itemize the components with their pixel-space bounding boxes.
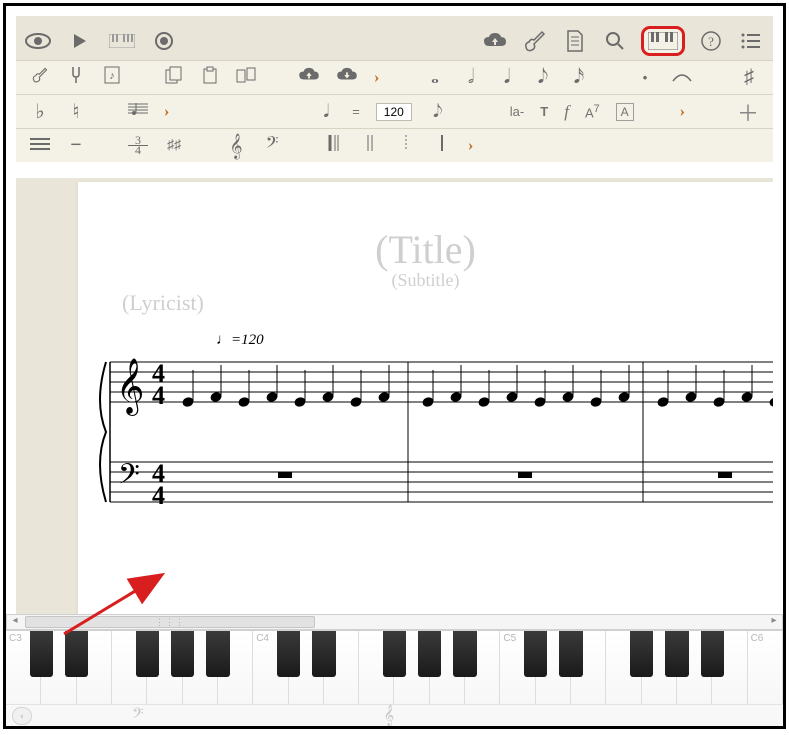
cloud-up-small-icon[interactable] (298, 67, 320, 88)
document-icon[interactable] (561, 27, 589, 55)
bass-clef-icon[interactable]: 𝄢 (262, 134, 282, 157)
tempo-marking[interactable]: ♩=120 (216, 332, 264, 349)
sixteenth-note-icon[interactable]: 𝅘𝅥𝅯 (569, 66, 589, 89)
score-lyricist[interactable]: (Lyricist) (122, 290, 204, 316)
dynamics-button[interactable]: f (564, 102, 569, 122)
score-page[interactable]: (Title) (Subtitle) (Lyricist) ♩=120 (78, 182, 773, 626)
black-key[interactable] (136, 631, 159, 677)
scroll-thumb[interactable]: ⋮⋮⋮ (25, 616, 315, 628)
dot-icon[interactable]: · (635, 65, 655, 91)
sharp-icon[interactable]: ♯ (739, 66, 759, 89)
guitar-small-icon[interactable] (30, 67, 50, 88)
whole-note-icon[interactable]: 𝅝 (425, 66, 445, 89)
flat-icon[interactable]: ♭ (30, 99, 50, 124)
score-subtitle[interactable]: (Subtitle) (392, 270, 460, 291)
expand-1-icon[interactable]: › (374, 69, 379, 87)
notation-toolbar-2: ♭ ♮ › 𝅘𝅥 = 𝅘𝅥𝅮 la- T f A7 A › ＋ (16, 94, 773, 128)
scroll-right-icon[interactable]: ▸ (766, 615, 782, 629)
treble-clef-icon[interactable]: 𝄞 (226, 133, 246, 159)
notation-toolbar-3: − 34 ♯♯ 𝄞 𝄢 › (16, 128, 773, 162)
black-key[interactable] (418, 631, 441, 677)
eighth-note-icon[interactable]: 𝅘𝅥𝅮 (533, 66, 553, 89)
cloud-upload-icon[interactable] (481, 27, 509, 55)
expand-2-icon[interactable]: › (164, 103, 169, 121)
stave-tool-icon[interactable] (128, 101, 148, 122)
main-toolbar: ? (16, 22, 773, 60)
key-sig-icon[interactable]: ♯♯ (164, 138, 184, 154)
black-key[interactable] (206, 631, 229, 677)
natural-icon[interactable]: ♮ (66, 99, 86, 124)
staff-selector-strip: ‹ 𝄢 𝄞 (6, 704, 783, 726)
treble-mini-icon[interactable]: 𝄞 (384, 705, 395, 726)
piano-keyboard[interactable]: C3C4C5C6 (6, 630, 783, 704)
guitar-icon[interactable] (521, 27, 549, 55)
zoom-icon[interactable] (601, 27, 629, 55)
record-icon[interactable] (150, 27, 178, 55)
black-key[interactable] (701, 631, 724, 677)
black-key[interactable] (524, 631, 547, 677)
equals-label: = (352, 104, 360, 119)
quarter-note-icon[interactable]: 𝅘𝅥 (497, 66, 517, 89)
pages-icon[interactable] (236, 67, 256, 88)
add-button[interactable]: ＋ (737, 96, 759, 128)
time-sig-34-icon[interactable]: 34 (128, 136, 148, 155)
black-key[interactable] (277, 631, 300, 677)
black-key[interactable] (383, 631, 406, 677)
svg-text:♪: ♪ (109, 70, 115, 82)
barline-1-icon[interactable] (324, 134, 344, 157)
copy-icon[interactable] (164, 66, 184, 89)
scroll-left-icon[interactable]: ◂ (7, 615, 23, 629)
bass-mini-icon[interactable]: 𝄢 (132, 705, 144, 726)
score-doc-icon[interactable]: ♪ (102, 66, 122, 89)
piano-icon (648, 32, 678, 50)
horizontal-scrollbar[interactable]: ◂ ⋮⋮⋮ ▸ (6, 614, 783, 630)
black-key[interactable] (559, 631, 582, 677)
tempo-eighth-icon[interactable]: 𝅘𝅥𝅮 (428, 101, 448, 122)
svg-text:𝄢: 𝄢 (118, 460, 140, 497)
black-key[interactable] (665, 631, 688, 677)
expand-3-icon[interactable]: › (680, 103, 685, 121)
svg-text:𝄞: 𝄞 (116, 359, 144, 416)
barline-3-icon[interactable] (396, 134, 416, 157)
svg-text:?: ? (708, 34, 714, 49)
notation-toolbar-1: ♪ › 𝅝 𝅗𝅥 𝅘𝅥 𝅘𝅥𝅮 (16, 60, 773, 94)
black-key[interactable] (453, 631, 476, 677)
score-viewport[interactable]: (Title) (Subtitle) (Lyricist) ♩=120 (16, 178, 773, 626)
text-button[interactable]: T (540, 104, 548, 119)
svg-text:4: 4 (152, 481, 165, 510)
list-icon[interactable] (737, 27, 765, 55)
black-key[interactable] (30, 631, 53, 677)
score-title[interactable]: (Title) (375, 226, 476, 273)
paste-icon[interactable] (200, 66, 220, 89)
help-icon[interactable]: ? (697, 27, 725, 55)
play-icon[interactable] (66, 27, 94, 55)
collapse-button[interactable]: ‹ (12, 707, 32, 725)
barline-4-icon[interactable] (432, 134, 452, 157)
logo-eye-icon[interactable] (24, 27, 52, 55)
black-key[interactable] (312, 631, 335, 677)
half-note-icon[interactable]: 𝅗𝅥 (461, 66, 481, 89)
grand-staff[interactable]: 𝄞 𝄢 4 4 4 4 (88, 352, 773, 522)
black-key[interactable] (65, 631, 88, 677)
barline-2-icon[interactable] (360, 134, 380, 157)
expand-4-icon[interactable]: › (468, 137, 473, 155)
black-key[interactable] (171, 631, 194, 677)
tempo-note-icon: 𝅘𝅥 (316, 101, 336, 122)
rehearsal-mark-button[interactable]: A (616, 103, 634, 121)
menu-icon[interactable] (30, 135, 50, 156)
tie-icon[interactable] (671, 67, 693, 88)
tempo-input[interactable] (376, 103, 412, 121)
minus-icon[interactable]: − (66, 134, 86, 157)
black-key[interactable] (630, 631, 653, 677)
piano-small-icon[interactable] (108, 27, 136, 55)
chord-button[interactable]: A7 (585, 103, 600, 120)
lyric-button[interactable]: la- (510, 104, 524, 119)
cloud-down-icon[interactable] (336, 67, 358, 88)
tuning-fork-icon[interactable] (66, 66, 86, 89)
svg-text:4: 4 (152, 381, 165, 410)
piano-toggle-button[interactable] (641, 26, 685, 56)
